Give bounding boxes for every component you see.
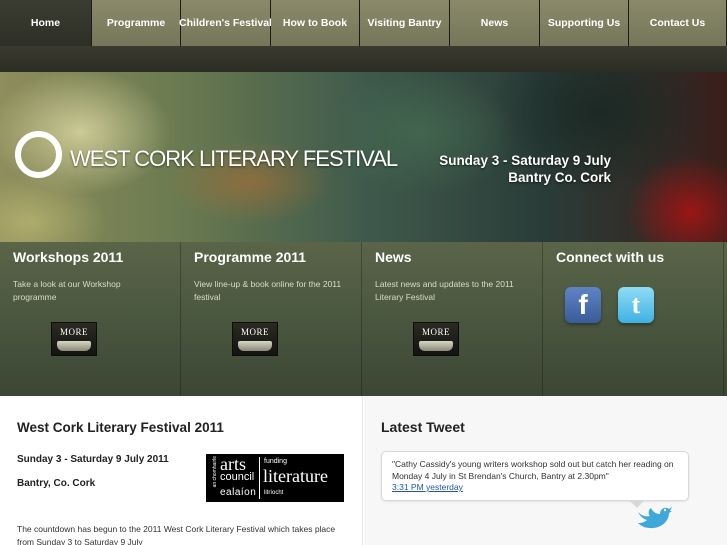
book-icon — [238, 341, 272, 351]
nav-shadow-strip — [0, 46, 727, 72]
nav-item-how-to-book[interactable]: How to Book — [271, 0, 360, 46]
more-button-label: MORE — [421, 327, 450, 337]
intro-title: West Cork Literary Festival 2011 — [17, 420, 224, 435]
tweet-timestamp-link[interactable]: 3:31 PM yesterday — [392, 482, 678, 492]
arts-logo-literature: literature — [263, 466, 328, 486]
intro-place: Bantry, Co. Cork — [17, 478, 96, 489]
hero-banner: WEST CORK LITERARY FESTIVAL Sunday 3 - S… — [0, 72, 727, 242]
tweet-bubble: "Cathy Cassidy's young writers workshop … — [381, 451, 689, 501]
arts-logo-funding: funding — [264, 458, 287, 465]
nav-item-contact-us[interactable]: Contact Us — [629, 0, 727, 46]
festival-intro: West Cork Literary Festival 2011 Sunday … — [0, 396, 363, 545]
panel-news: News Latest news and updates to the 2011… — [362, 242, 543, 396]
tweet-text: "Cathy Cassidy's young writers workshop … — [392, 459, 674, 481]
book-icon — [57, 341, 91, 351]
hero-dates: Sunday 3 - Saturday 9 July Bantry Co. Co… — [380, 152, 611, 186]
nav-item-supporting-us[interactable]: Supporting Us — [540, 0, 629, 46]
nav-item-childrens-festival[interactable]: Children's Festival — [179, 0, 272, 46]
nav-item-visiting-bantry[interactable]: Visiting Bantry — [360, 0, 450, 46]
facebook-icon[interactable]: f — [565, 287, 601, 323]
nav-item-programme[interactable]: Programme — [92, 0, 181, 46]
arts-logo-side-text: an chomhairle — [212, 456, 218, 488]
more-button-label: MORE — [59, 327, 88, 337]
nav-item-home[interactable]: Home — [0, 0, 92, 46]
arts-council-logo: an chomhairle arts council ealaíon fundi… — [206, 454, 344, 502]
latest-tweet-section: Latest Tweet "Cathy Cassidy's young writ… — [364, 396, 727, 545]
hero-dates-line2: Bantry Co. Cork — [508, 170, 611, 185]
twitter-bird-icon — [638, 507, 672, 529]
arts-logo-council: council — [220, 471, 255, 483]
panel-programme: Programme 2011 View line-up & book onlin… — [181, 242, 362, 396]
panel-heading: News — [375, 249, 412, 265]
arts-logo-ealaion: ealaíon — [220, 487, 257, 498]
arts-logo-divider — [259, 457, 260, 499]
panel-heading: Workshops 2011 — [13, 249, 124, 265]
more-button-workshops[interactable]: MORE — [51, 322, 97, 356]
arts-logo-litriocht: litríocht — [264, 490, 284, 496]
nav-item-news[interactable]: News — [450, 0, 540, 46]
panel-text: Latest news and updates to the 2011 Lite… — [375, 279, 514, 302]
festival-logo-ring — [15, 131, 62, 178]
main-navigation: Home Programme Children's Festival How t… — [0, 0, 727, 46]
intro-body: The countdown has begun to the 2011 West… — [17, 524, 336, 545]
more-button-programme[interactable]: MORE — [232, 322, 278, 356]
panel-heading: Programme 2011 — [194, 249, 307, 265]
panel-text: Take a look at our Workshop programme — [13, 279, 121, 302]
panel-workshops: Workshops 2011 Take a look at our Worksh… — [0, 242, 181, 396]
panel-heading: Connect with us — [556, 249, 665, 265]
feature-panels: Workshops 2011 Take a look at our Worksh… — [0, 242, 727, 396]
intro-date: Sunday 3 - Saturday 9 July 2011 — [17, 454, 169, 465]
content-area: West Cork Literary Festival 2011 Sunday … — [0, 396, 727, 545]
hero-dates-line1: Sunday 3 - Saturday 9 July — [439, 153, 611, 168]
more-button-news[interactable]: MORE — [413, 322, 459, 356]
latest-tweet-heading: Latest Tweet — [381, 419, 465, 435]
book-icon — [419, 341, 453, 351]
hero-title: WEST CORK LITERARY FESTIVAL — [70, 146, 398, 171]
panel-text: View line-up & book online for the 2011 … — [194, 279, 342, 302]
twitter-icon[interactable]: t — [618, 287, 654, 323]
more-button-label: MORE — [240, 327, 269, 337]
